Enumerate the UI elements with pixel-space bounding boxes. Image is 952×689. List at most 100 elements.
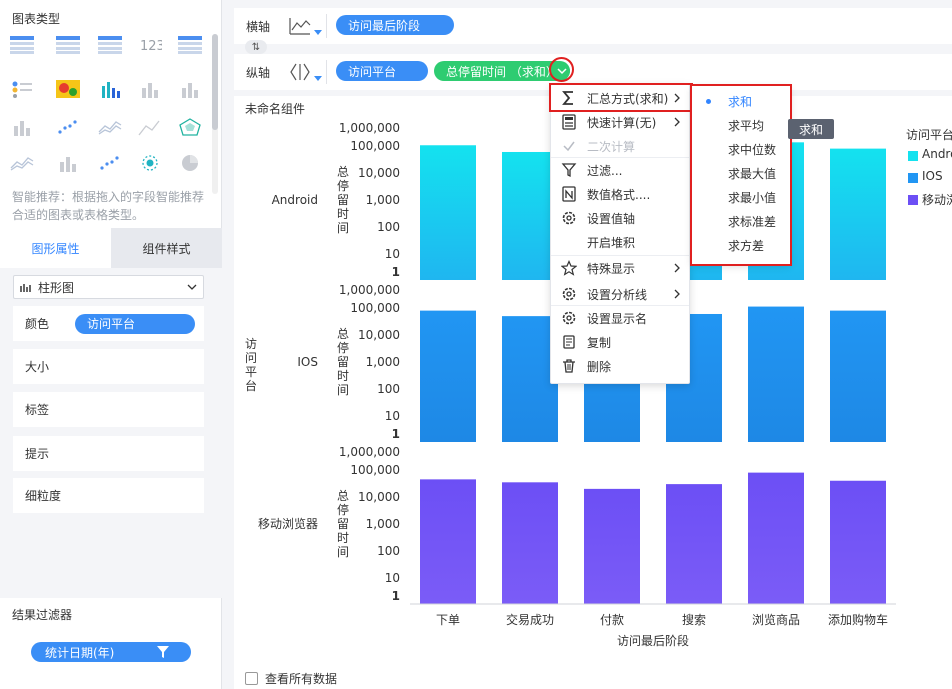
menu-item-0[interactable]: 汇总方式(求和) <box>551 86 689 110</box>
bar-icon[interactable] <box>56 154 84 176</box>
submenu-item-1[interactable]: 求平均 <box>692 113 790 137</box>
y-axis-title-char: 留 <box>337 355 349 369</box>
legend-item[interactable]: IOS <box>906 169 952 187</box>
y-field-platform-pill[interactable]: 访问平台 <box>336 61 428 81</box>
color-field-pill[interactable]: 访问平台 <box>75 313 195 334</box>
prop-size[interactable]: 大小 <box>13 349 204 384</box>
prop-tooltip[interactable]: 提示 <box>13 436 204 471</box>
y-axis-title-char: 总 <box>337 165 349 179</box>
table-icon[interactable] <box>98 36 126 58</box>
row-axis-title-char: 访 <box>245 337 257 351</box>
number-icon[interactable]: 123 <box>138 36 166 58</box>
filter-field-pill[interactable]: 统计日期(年) <box>31 642 191 662</box>
x-axis-label: 横轴 <box>246 20 271 34</box>
legend-item[interactable]: 移动浏览器 <box>906 191 952 209</box>
menu-item-7[interactable]: 特殊显示 <box>551 256 689 280</box>
menu-item-label: 删除 <box>587 359 612 374</box>
chart-type-title: 图表类型 <box>12 12 61 26</box>
submenu-item-label: 求最小值 <box>728 190 777 205</box>
menu-item-11[interactable]: 删除 <box>551 354 689 378</box>
table-icon[interactable] <box>10 36 38 58</box>
heatmap-icon[interactable] <box>56 80 84 102</box>
filter-icon <box>561 163 577 178</box>
aggregation-submenu: 求和 求平均 求中位数 求最大值求最小值求标准差求方差 <box>692 86 790 264</box>
submenu-item-2[interactable]: 求中位数 <box>692 137 790 161</box>
y-tick-label: 100 <box>377 220 400 234</box>
tab-component-style[interactable]: 组件样式 <box>111 228 222 268</box>
result-filter-title: 结果过滤器 <box>12 608 73 622</box>
menu-item-1[interactable]: 快速计算(无) <box>551 110 689 134</box>
menu-item-9[interactable]: 设置显示名 <box>551 306 689 330</box>
y-axis-title-char: 时 <box>337 369 349 383</box>
copy-icon <box>563 335 575 349</box>
y-field-staytime-pill[interactable]: 总停留时间 （求和） <box>434 61 570 81</box>
y-tick-label: 100,000 <box>350 301 400 315</box>
menu-item-3[interactable]: 过滤... <box>551 158 689 182</box>
legend-label: IOS <box>922 169 943 183</box>
menu-item-4[interactable]: 数值格式.... <box>551 182 689 206</box>
menu-item-10[interactable]: 复制 <box>551 330 689 354</box>
y-axis-label: 纵轴 <box>246 66 271 80</box>
field-dropdown-icon[interactable] <box>553 62 571 80</box>
bubble-icon[interactable] <box>138 154 166 176</box>
menu-item-label: 复制 <box>587 335 612 350</box>
submenu-item-label: 求标准差 <box>728 214 777 229</box>
tooltip: 求和 <box>788 119 834 139</box>
table-icon[interactable] <box>178 36 206 58</box>
table-icon[interactable] <box>56 36 84 58</box>
y-tick-label: 1 <box>392 589 400 603</box>
bar <box>502 482 558 604</box>
show-all-checkbox[interactable] <box>245 672 258 685</box>
scrollbar-thumb[interactable] <box>212 34 218 130</box>
y-axis-title-char: 时 <box>337 531 349 545</box>
show-all-label: 查看所有数据 <box>265 672 338 686</box>
submenu-item-4[interactable]: 求最小值 <box>692 185 790 209</box>
y-axis-caret-icon[interactable] <box>314 76 322 81</box>
swap-axes-icon[interactable]: ⇅ <box>245 40 267 54</box>
gear-icon <box>562 211 576 225</box>
bar <box>666 484 722 604</box>
line-icon[interactable] <box>10 154 38 176</box>
menu-item-6[interactable]: 开启堆积 <box>551 230 689 254</box>
radar-icon[interactable] <box>178 118 206 140</box>
filter-icon[interactable] <box>157 646 169 658</box>
pie-icon[interactable] <box>178 154 206 176</box>
menu-item-8[interactable]: 设置分析线 <box>551 282 689 306</box>
bar-icon[interactable] <box>178 80 206 102</box>
y-axis-title-char: 间 <box>337 383 349 397</box>
y-tick-label: 100 <box>377 382 400 396</box>
submenu-item-0[interactable]: 求和 <box>692 89 790 113</box>
prop-color[interactable]: 颜色 访问平台 <box>13 306 204 341</box>
menu-item-5[interactable]: 设置值轴 <box>551 206 689 230</box>
scatter-icon[interactable] <box>56 118 84 140</box>
x-axis-caret-icon[interactable] <box>314 30 322 35</box>
menu-item-label: 设置值轴 <box>587 211 636 226</box>
scatter-icon[interactable] <box>98 154 126 176</box>
y-tick-label: 1,000,000 <box>339 283 400 297</box>
gear-icon <box>562 311 576 325</box>
x-field-pill[interactable]: 访问最后阶段 <box>336 15 454 35</box>
line-icon[interactable] <box>98 118 126 140</box>
bar-grid-icon[interactable] <box>98 80 126 102</box>
show-all-data-row[interactable]: 查看所有数据 <box>245 670 337 687</box>
legend-swatch <box>908 151 918 161</box>
bar-icon[interactable] <box>138 80 166 102</box>
submenu-item-6[interactable]: 求方差 <box>692 233 790 257</box>
prop-granularity[interactable]: 细粒度 <box>13 478 204 513</box>
check-icon <box>563 141 575 152</box>
submenu-item-label: 求方差 <box>728 238 765 253</box>
tab-graph-props[interactable]: 图形属性 <box>0 228 111 268</box>
legend-item[interactable]: Android <box>906 147 952 165</box>
bar <box>830 480 886 604</box>
bar-icon[interactable] <box>10 118 38 140</box>
bar <box>830 148 886 280</box>
prop-label[interactable]: 标签 <box>13 392 204 427</box>
area-icon[interactable] <box>138 118 166 140</box>
y-axis-title-char: 间 <box>337 545 349 559</box>
submenu-item-3[interactable]: 求最大值 <box>692 161 790 185</box>
submenu-item-5[interactable]: 求标准差 <box>692 209 790 233</box>
panel-label: Android <box>272 193 318 207</box>
chart-type-select[interactable]: 柱形图 <box>13 275 204 299</box>
chevron-right-icon <box>674 263 680 273</box>
dot-matrix-icon[interactable] <box>10 80 38 102</box>
